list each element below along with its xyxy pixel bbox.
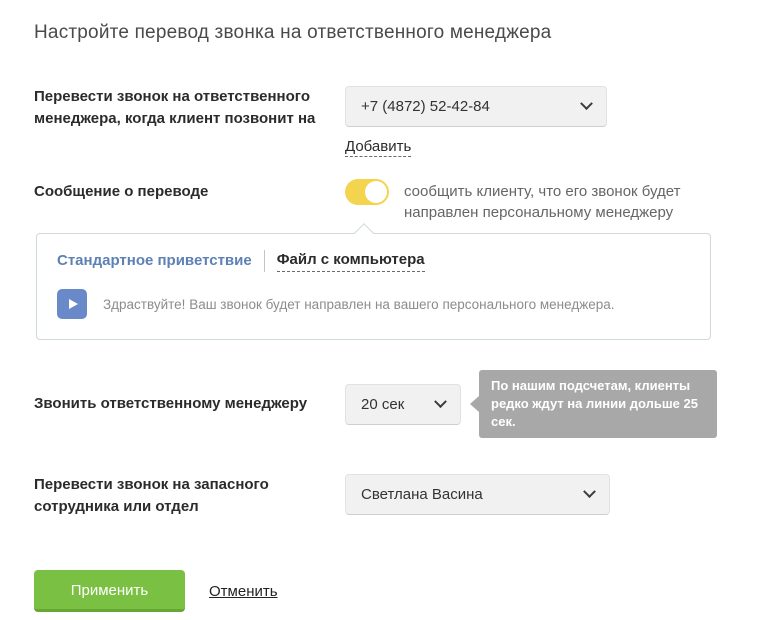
transfer-message-toggle[interactable] [345, 179, 389, 205]
tab-standard-greeting[interactable]: Стандартное приветствие [57, 250, 252, 272]
ring-time-value: 20 сек [361, 396, 404, 413]
play-icon [69, 299, 78, 309]
chevron-down-icon [580, 97, 593, 110]
greeting-preview-row: Здраствуйте! Ваш звонок будет направлен … [57, 289, 690, 319]
ring-time-tooltip-wrap: По нашим подсчетам, клиенты редко ждут н… [470, 370, 717, 438]
play-button[interactable] [57, 289, 87, 319]
tab-file-from-computer[interactable]: Файл с компьютера [277, 249, 425, 272]
transfer-number-row: Перевести звонок на ответственного менед… [34, 86, 724, 157]
transfer-message-description: сообщить клиенту, что его звонок будет н… [404, 181, 724, 223]
panel-caret-icon [354, 223, 374, 243]
transfer-number-label: Перевести звонок на ответственного менед… [34, 86, 345, 130]
fallback-value: Светлана Васина [361, 486, 483, 503]
phone-number-value: +7 (4872) 52-42-84 [361, 98, 490, 115]
phone-number-select[interactable]: +7 (4872) 52-42-84 [345, 86, 607, 127]
fallback-row: Перевести звонок на запасного сотрудника… [34, 474, 724, 518]
apply-button[interactable]: Применить [34, 570, 185, 612]
greeting-text: Здраствуйте! Ваш звонок будет направлен … [103, 297, 615, 312]
fallback-select[interactable]: Светлана Васина [345, 474, 610, 515]
page-title: Настройте перевод звонка на ответственно… [34, 22, 724, 44]
transfer-message-label: Сообщение о переводе [34, 181, 345, 203]
ring-time-tooltip: По нашим подсчетам, клиенты редко ждут н… [479, 370, 717, 438]
ring-time-select[interactable]: 20 сек [345, 384, 461, 425]
chevron-down-icon [434, 395, 447, 408]
tooltip-arrow-icon [470, 396, 479, 412]
tab-separator [264, 250, 265, 272]
ring-time-label: Звонить ответственному менеджеру [34, 393, 345, 415]
greeting-panel: Стандартное приветствие Файл с компьютер… [36, 233, 711, 340]
greeting-tabs: Стандартное приветствие Файл с компьютер… [57, 249, 690, 272]
fallback-label: Перевести звонок на запасного сотрудника… [34, 474, 345, 518]
transfer-message-row: Сообщение о переводе сообщить клиенту, ч… [34, 181, 724, 223]
actions-row: Применить Отменить [34, 570, 724, 612]
chevron-down-icon [583, 485, 596, 498]
add-number-link[interactable]: Добавить [345, 137, 411, 157]
ring-time-row: Звонить ответственному менеджеру 20 сек … [34, 370, 724, 438]
toggle-knob-icon [365, 181, 387, 203]
cancel-link[interactable]: Отменить [209, 583, 278, 600]
call-transfer-settings-page: Настройте перевод звонка на ответственно… [0, 0, 758, 612]
transfer-number-controls: +7 (4872) 52-42-84 Добавить [345, 86, 607, 157]
